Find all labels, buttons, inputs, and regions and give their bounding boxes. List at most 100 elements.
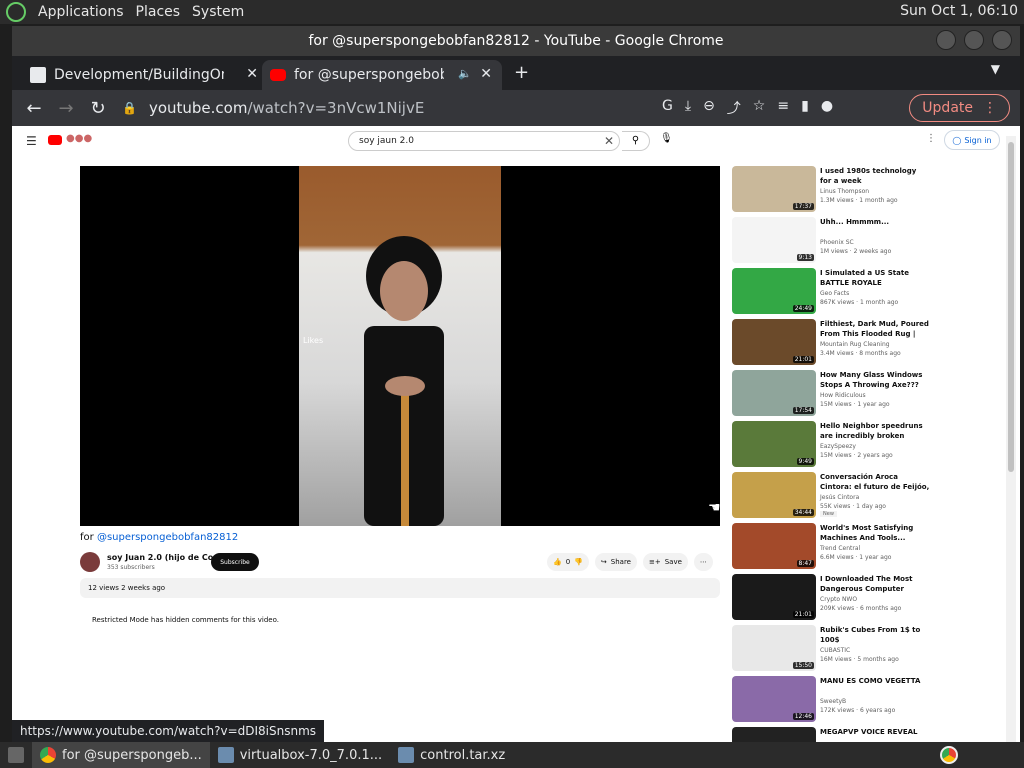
recommendation-item[interactable]: 34:44 Conversación Aroca Cintora: el futu… [732, 472, 942, 520]
lock-icon[interactable]: 🔒 [122, 101, 137, 115]
recommendation-channel[interactable]: Linus Thompson [820, 188, 869, 195]
youtube-logo-icon[interactable] [48, 135, 62, 145]
chevron-down-icon[interactable]: ▼ [991, 62, 1000, 76]
video-thumbnail[interactable]: 9:13 [732, 217, 816, 263]
recommendation-channel[interactable]: Mountain Rug Cleaning [820, 341, 890, 348]
reload-button[interactable]: ↻ [82, 98, 114, 119]
channel-avatar[interactable] [80, 552, 100, 572]
subscribe-button[interactable]: Subscribe [211, 553, 259, 571]
recommendation-item[interactable]: 8:47 World's Most Satisfying Machines And… [732, 523, 942, 571]
video-thumbnail[interactable]: 24:49 [732, 268, 816, 314]
bookmark-star-icon[interactable]: ☆ [753, 98, 766, 118]
search-button[interactable]: ⚲ [622, 131, 650, 151]
recommendation-channel[interactable]: Geo Facts [820, 290, 849, 297]
show-desktop-button[interactable] [0, 742, 32, 768]
address-bar[interactable]: 🔒 youtube.com /watch?v=3nVcw1NijvE [122, 90, 652, 126]
recommendation-item[interactable]: 21:01 I Downloaded The Most Dangerous Com… [732, 574, 942, 622]
recommendation-channel[interactable]: CUBASTIC [820, 647, 850, 654]
window-titlebar[interactable]: for @superspongebobfan82812 - YouTube - … [12, 26, 1020, 56]
close-icon[interactable]: ✕ [246, 66, 258, 82]
scrollbar-thumb[interactable] [1008, 142, 1014, 472]
recommendation-channel[interactable]: How Ridiculous [820, 392, 866, 399]
recommendation-channel[interactable]: Crypto NWO [820, 596, 857, 603]
media-control-icon[interactable]: ≡ [777, 98, 789, 118]
recommendation-title[interactable]: Hello Neighbor speedruns are incredibly … [820, 421, 930, 441]
side-panel-icon[interactable]: ▮ [801, 98, 809, 118]
video-thumbnail[interactable]: 17:54 [732, 370, 816, 416]
system-clock[interactable]: Sun Oct 1, 06:10 [900, 3, 1018, 19]
title-mention-link[interactable]: @superspongebobfan82812 [97, 532, 238, 543]
profile-icon[interactable]: ● [821, 98, 833, 118]
taskbar-item-archive[interactable]: control.tar.xz [390, 742, 513, 768]
install-icon[interactable]: ⤓ [685, 98, 691, 118]
video-thumbnail[interactable] [732, 727, 816, 742]
thumbs-down-icon[interactable]: 👎 [574, 558, 583, 566]
settings-more-icon[interactable]: ⋮ [926, 133, 936, 144]
search-input[interactable]: soy jaun 2.0 [348, 131, 620, 151]
sign-in-button[interactable]: ◯ Sign in [944, 130, 1000, 150]
doodle-icon[interactable]: ●●● [66, 133, 92, 144]
save-button[interactable]: ≡+ Save [642, 553, 688, 571]
recommendation-channel[interactable]: SweetyB [820, 698, 846, 705]
recommendation-title[interactable]: I Simulated a US State BATTLE ROYALE [820, 268, 930, 288]
recommendation-title[interactable]: MEGAPVP VOICE REVEAL [820, 727, 930, 737]
recommendation-title[interactable]: I Downloaded The Most Dangerous Computer… [820, 574, 930, 594]
back-button[interactable]: ← [18, 98, 50, 119]
video-thumbnail[interactable]: 8:47 [732, 523, 816, 569]
clear-search-icon[interactable]: ✕ [604, 134, 614, 148]
recommendation-item[interactable]: 21:01 Filthiest, Dark Mud, Poured From Th… [732, 319, 942, 367]
share-icon[interactable]: ⤴ [727, 98, 741, 118]
like-button[interactable]: 👍 0 👎 [547, 553, 589, 571]
page-scrollbar[interactable] [1006, 136, 1016, 742]
video-thumbnail[interactable]: 12:46 [732, 676, 816, 722]
description-box[interactable]: 12 views 2 weeks ago [80, 578, 720, 598]
video-thumbnail[interactable]: 21:01 [732, 319, 816, 365]
channel-name[interactable]: soy Juan 2.0 (hijo de Cos) [107, 553, 222, 562]
video-player[interactable]: Likes [80, 166, 720, 526]
maximize-button[interactable] [964, 30, 984, 50]
close-icon[interactable]: ✕ [480, 66, 492, 82]
video-thumbnail[interactable]: 9:49 [732, 421, 816, 467]
recommendation-title[interactable]: World's Most Satisfying Machines And Too… [820, 523, 930, 543]
distro-logo-icon[interactable] [6, 2, 26, 22]
menu-places[interactable]: Places [136, 4, 181, 20]
new-tab-button[interactable]: + [514, 62, 529, 83]
zoom-icon[interactable]: ⊖ [703, 98, 715, 118]
video-thumbnail[interactable]: 15:50 [732, 625, 816, 671]
recommendation-title[interactable]: Rubik's Cubes From 1$ to 100$ [820, 625, 930, 645]
close-window-button[interactable] [992, 30, 1012, 50]
hamburger-menu-icon[interactable]: ☰ [26, 134, 37, 148]
recommendation-item[interactable]: 17:54 How Many Glass Windows Stops A Thro… [732, 370, 942, 418]
recommendation-item[interactable]: 9:13 Uhh... Hmmmm... Phoenix SC 1M views · … [732, 217, 942, 265]
recommendation-title[interactable]: MANU ES COMO VEGETTA [820, 676, 930, 686]
recommendation-item[interactable]: 24:49 I Simulated a US State BATTLE ROYAL… [732, 268, 942, 316]
speaker-icon[interactable]: 🔈 [458, 67, 472, 80]
recommendation-item[interactable]: 12:46 MANU ES COMO VEGETTA SweetyB 172K vie… [732, 676, 942, 724]
recommendation-channel[interactable]: Phoenix SC [820, 239, 854, 246]
recommendation-item[interactable]: MEGAPVP VOICE REVEAL [732, 727, 942, 742]
recommendation-channel[interactable]: EazySpeezy [820, 443, 856, 450]
minimize-button[interactable] [936, 30, 956, 50]
kebab-menu-icon[interactable]: ⋮ [983, 100, 997, 116]
update-button[interactable]: Update ⋮ [909, 94, 1010, 122]
menu-system[interactable]: System [192, 4, 244, 20]
google-icon[interactable]: G [662, 98, 673, 118]
video-thumbnail[interactable]: 34:44 [732, 472, 816, 518]
recommendation-title[interactable]: I used 1980s technology for a week [820, 166, 930, 186]
recommendation-channel[interactable]: Trend Central [820, 545, 860, 552]
chrome-tray-icon[interactable] [940, 746, 958, 764]
video-thumbnail[interactable]: 21:01 [732, 574, 816, 620]
recommendation-title[interactable]: Uhh... Hmmmm... [820, 217, 930, 227]
recommendation-title[interactable]: How Many Glass Windows Stops A Throwing … [820, 370, 930, 390]
recommendation-title[interactable]: Filthiest, Dark Mud, Poured From This Fl… [820, 319, 930, 339]
recommendation-item[interactable]: 9:49 Hello Neighbor speedruns are incredi… [732, 421, 942, 469]
microphone-icon[interactable]: 🎙 [660, 133, 673, 144]
recommendation-title[interactable]: Conversación Aroca Cintora: el futuro de… [820, 472, 930, 492]
menu-applications[interactable]: Applications [38, 4, 124, 20]
forward-button[interactable]: → [50, 98, 82, 119]
video-thumbnail[interactable]: 17:37 [732, 166, 816, 212]
tab-youtube[interactable]: for @superspongebobfan8 🔈 ✕ [262, 60, 502, 90]
tab-development[interactable]: Development/BuildingOnLinux ✕ [22, 60, 268, 90]
share-button[interactable]: ↪ Share [594, 553, 637, 571]
recommendation-item[interactable]: 17:37 I used 1980s technology for a week L… [732, 166, 942, 214]
